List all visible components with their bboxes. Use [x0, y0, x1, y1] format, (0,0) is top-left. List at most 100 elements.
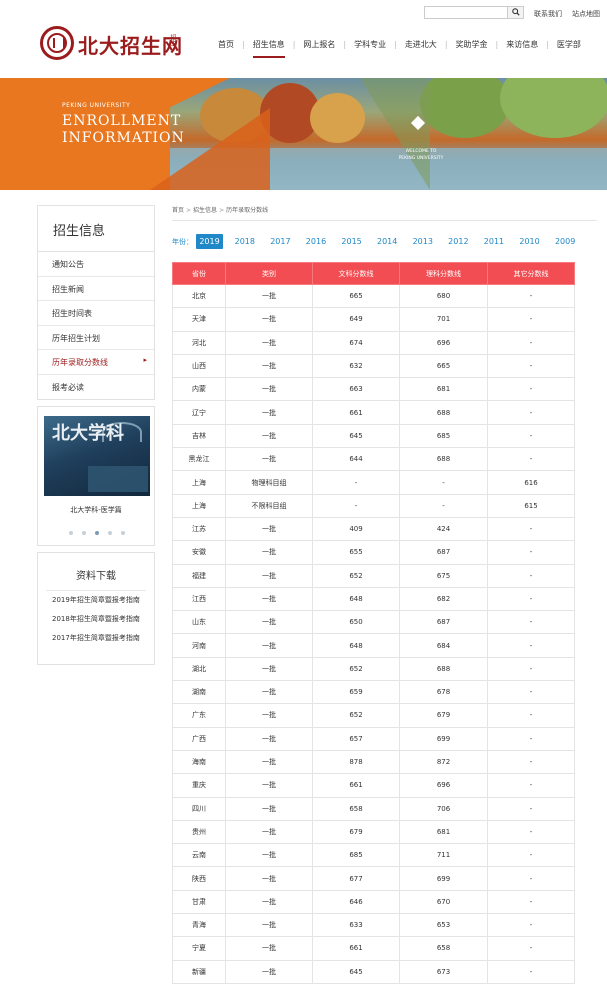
arts-score-cell: 674: [312, 330, 400, 355]
category-cell: 一批: [225, 610, 313, 635]
category-cell: 不限科目组: [225, 493, 313, 518]
banner-university-name: PEKING UNIVERSITY: [62, 102, 131, 109]
breadcrumb: 首页 > 招生信息 > 历年录取分数线: [172, 207, 269, 214]
other-score-cell: -: [487, 353, 575, 379]
arts-score-cell: 645: [312, 423, 400, 449]
carousel-dots: [69, 531, 134, 535]
carousel-dot[interactable]: [69, 531, 73, 535]
search-icon: [511, 7, 520, 18]
year-tab-2016[interactable]: 2016: [298, 234, 334, 249]
science-score-cell: 701: [399, 307, 488, 332]
year-tab-2019[interactable]: 2019: [196, 234, 223, 249]
column-header: 文科分数线: [312, 262, 400, 285]
carousel-dot[interactable]: [82, 531, 86, 535]
year-tab-2017[interactable]: 2017: [263, 234, 299, 249]
promo-image[interactable]: 北大学科: [44, 416, 150, 496]
arts-score-cell: 652: [312, 656, 400, 682]
province-cell: 湖北: [172, 656, 226, 682]
arts-score-cell: 632: [312, 353, 400, 379]
category-cell: 一批: [225, 400, 313, 425]
other-score-cell: -: [487, 400, 575, 425]
download-link-2018[interactable]: 2018年招生简章暨报考指南: [38, 610, 154, 629]
arts-score-cell: 658: [312, 796, 400, 821]
banner-welcome: WELCOME TO PEKING UNIVERSITY: [398, 149, 444, 161]
province-cell: 上海: [172, 470, 226, 495]
science-score-cell: 679: [399, 703, 488, 728]
table-row: 河北 一批 674 696-: [172, 330, 575, 355]
category-cell: 物理科目组: [225, 470, 313, 495]
other-score-cell: -: [487, 913, 575, 938]
contact-us-link[interactable]: 联系我们: [534, 9, 562, 19]
arts-score-cell: 663: [312, 377, 400, 402]
sidebar-item-enrollment-plans[interactable]: 历年招生计划: [38, 326, 154, 350]
table-row: 山东 一批 650 687-: [172, 610, 575, 635]
breadcrumb-home[interactable]: 首页: [172, 207, 184, 214]
other-score-cell: -: [487, 889, 575, 915]
year-tab-2014[interactable]: 2014: [369, 234, 405, 249]
table-row: 安徽 一批 655 687-: [172, 540, 575, 565]
table-row: 山西 一批 632 665-: [172, 353, 575, 379]
search-button[interactable]: [508, 6, 524, 19]
table-row: 上海 物理科目组 - -616: [172, 470, 575, 495]
carousel-dot[interactable]: [108, 531, 112, 535]
sitemap-link[interactable]: 站点地图: [572, 9, 600, 19]
nav-admissions-info[interactable]: 招生信息: [245, 39, 293, 58]
arts-score-cell: 652: [312, 563, 400, 588]
caret-right-icon: ▸: [143, 356, 147, 364]
sidebar-item-notices[interactable]: 通知公告: [38, 252, 154, 277]
category-cell: 一批: [225, 703, 313, 728]
category-cell: 一批: [225, 726, 313, 751]
table-row: 宁夏 一批 661 658-: [172, 936, 575, 961]
sidebar-item-must-read[interactable]: 报考必读: [38, 375, 154, 400]
sidebar-item-news[interactable]: 招生新闻: [38, 277, 154, 301]
nav-about-pku[interactable]: 走进北大: [397, 39, 445, 50]
year-tab-2015[interactable]: 2015: [334, 234, 370, 249]
pku-logo-seal[interactable]: [40, 26, 74, 60]
other-score-cell: -: [487, 563, 575, 588]
nav-scholarships[interactable]: 奖助学金: [448, 39, 496, 50]
sidebar-item-schedule[interactable]: 招生时间表: [38, 301, 154, 326]
science-score-cell: 685: [399, 423, 488, 449]
download-link-2019[interactable]: 2019年招生简章暨报考指南: [38, 591, 154, 610]
science-score-cell: 687: [399, 610, 488, 635]
carousel-dot-active[interactable]: [95, 531, 99, 535]
other-score-cell: -: [487, 516, 575, 542]
nav-medical-school[interactable]: 医学部: [549, 39, 589, 50]
province-cell: 广东: [172, 703, 226, 728]
carousel-dot[interactable]: [121, 531, 125, 535]
nav-majors[interactable]: 学科专业: [346, 39, 394, 50]
table-row: 江苏 一批 409 424-: [172, 516, 575, 542]
other-score-cell: -: [487, 703, 575, 728]
other-score-cell: -: [487, 773, 575, 798]
year-tab-2011[interactable]: 2011: [476, 234, 512, 249]
sidebar-item-score-lines[interactable]: 历年录取分数线 ▸: [38, 350, 154, 375]
nav-online-registration[interactable]: 网上报名: [295, 39, 343, 50]
year-tab-2010[interactable]: 2010: [512, 234, 548, 249]
top-bar: 联系我们 站点地图: [0, 0, 607, 26]
science-score-cell: 699: [399, 866, 488, 891]
promo-caption[interactable]: 北大学科-医学篇: [38, 505, 154, 515]
province-cell: 福建: [172, 563, 226, 588]
nav-home[interactable]: 首页: [210, 39, 242, 50]
province-cell: 云南: [172, 843, 226, 868]
year-tab-2013[interactable]: 2013: [405, 234, 441, 249]
arts-score-cell: 645: [312, 959, 400, 984]
nav-visitor-info[interactable]: 来访信息: [498, 39, 546, 50]
table-row: 湖南 一批 659 678-: [172, 680, 575, 705]
table-row: 北京 一批 665 680-: [172, 283, 575, 309]
year-filter: 年份： 2019 2018 2017 2016 2015 2014 2013 2…: [172, 234, 583, 249]
table-row: 河南 一批 648 684-: [172, 633, 575, 658]
download-link-2017[interactable]: 2017年招生简章暨报考指南: [38, 629, 154, 648]
year-label: 年份：: [172, 237, 193, 246]
year-tab-2012[interactable]: 2012: [441, 234, 477, 249]
breadcrumb-admissions-info[interactable]: 招生信息: [193, 207, 217, 214]
downloads-panel: 资料下载 2019年招生简章暨报考指南 2018年招生简章暨报考指南 2017年…: [37, 552, 155, 665]
other-score-cell: -: [487, 819, 575, 845]
science-score-cell: 658: [399, 936, 488, 961]
province-cell: 河南: [172, 633, 226, 658]
year-tab-2009[interactable]: 2009: [547, 234, 583, 249]
banner-title: ENROLLMENT INFORMATION: [62, 113, 185, 147]
search-input[interactable]: [424, 6, 508, 19]
column-header: 省份: [172, 262, 226, 285]
year-tab-2018[interactable]: 2018: [227, 234, 263, 249]
